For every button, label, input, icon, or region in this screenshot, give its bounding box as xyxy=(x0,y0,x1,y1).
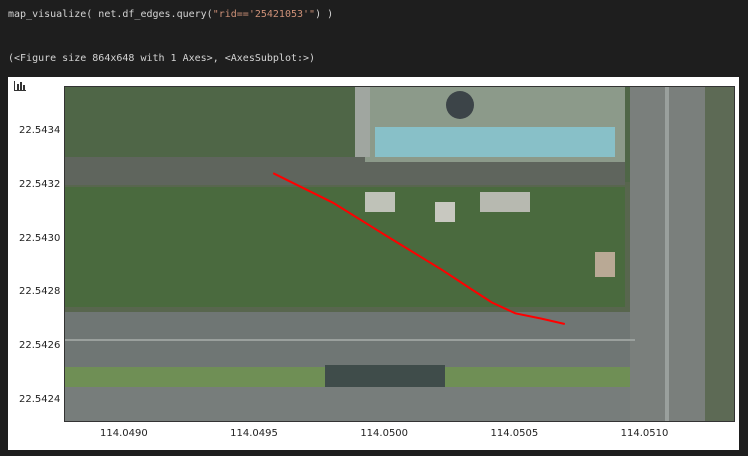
route-line-0 xyxy=(272,172,566,325)
x-tick-label: 114.0505 xyxy=(490,428,539,439)
code-prefix: map_visualize( net.df_edges.query( xyxy=(8,9,213,20)
route-plot xyxy=(272,172,566,325)
figure-panel: 22.5424 22.5426 22.5428 22.5430 22.5432 22.54… xyxy=(8,77,739,450)
y-tick-label: 22.5430 xyxy=(19,232,61,244)
output-text: (<Figure size 864x648 with 1 Axes>, <Axe… xyxy=(8,53,316,64)
y-tick-label: 22.5426 xyxy=(19,340,61,352)
x-tick-label: 114.0500 xyxy=(360,428,409,439)
code-string: "rid=='25421053'" xyxy=(212,9,316,20)
x-tick-label: 114.0510 xyxy=(620,428,669,439)
code-line[interactable]: map_visualize( net.df_edges.query("rid==… xyxy=(8,9,333,20)
code-suffix: ) ) xyxy=(315,9,334,20)
map-axes[interactable] xyxy=(64,86,735,422)
bar-chart-icon[interactable] xyxy=(14,81,26,91)
y-tick-label: 22.5432 xyxy=(19,178,61,190)
x-tick-label: 114.0490 xyxy=(100,428,148,439)
y-tick-label: 22.5434 xyxy=(19,124,61,136)
y-tick-label: 22.5428 xyxy=(19,286,61,298)
x-tick-label: 114.0495 xyxy=(230,428,278,439)
y-tick-label: 22.5424 xyxy=(19,394,61,406)
